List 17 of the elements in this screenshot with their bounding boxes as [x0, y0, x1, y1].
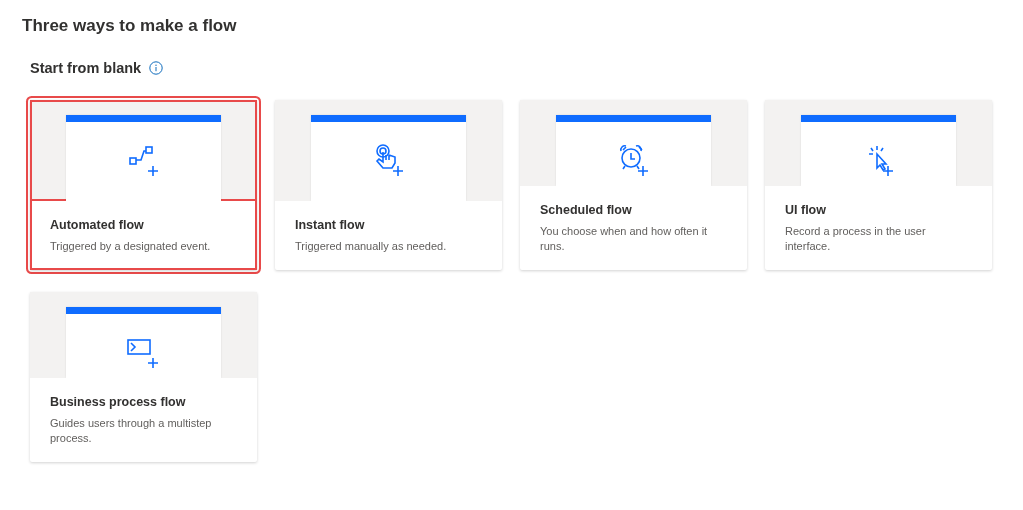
section-title: Start from blank — [30, 60, 142, 76]
card-title: Instant flow — [295, 218, 366, 232]
flow-card[interactable]: Scheduled flow You choose when and how often it runs. — [520, 100, 747, 270]
card-description: Triggered manually as needed. — [295, 239, 448, 254]
card-title: UI flow — [785, 203, 827, 217]
page-title: Three ways to make a flow — [22, 15, 238, 37]
card-title: Scheduled flow — [540, 203, 633, 217]
card-description: Guides users through a multistep process. — [50, 416, 213, 446]
card-title: Automated flow — [50, 218, 145, 232]
card-title: Business process flow — [50, 395, 187, 409]
flow-card[interactable]: Instant flow Triggered manually as needed. — [275, 100, 502, 270]
card-description: Triggered by a designated event. — [50, 239, 212, 254]
flow-card[interactable]: Business process flow Guides users through a multistep process. — [30, 292, 257, 462]
card-description: You choose when and how often it runs. — [540, 224, 709, 254]
flow-card[interactable]: UI flow Record a process in the user interface. — [765, 100, 992, 270]
card-description: Record a process in the user interface. — [785, 224, 927, 254]
info-icon[interactable] — [149, 61, 164, 75]
